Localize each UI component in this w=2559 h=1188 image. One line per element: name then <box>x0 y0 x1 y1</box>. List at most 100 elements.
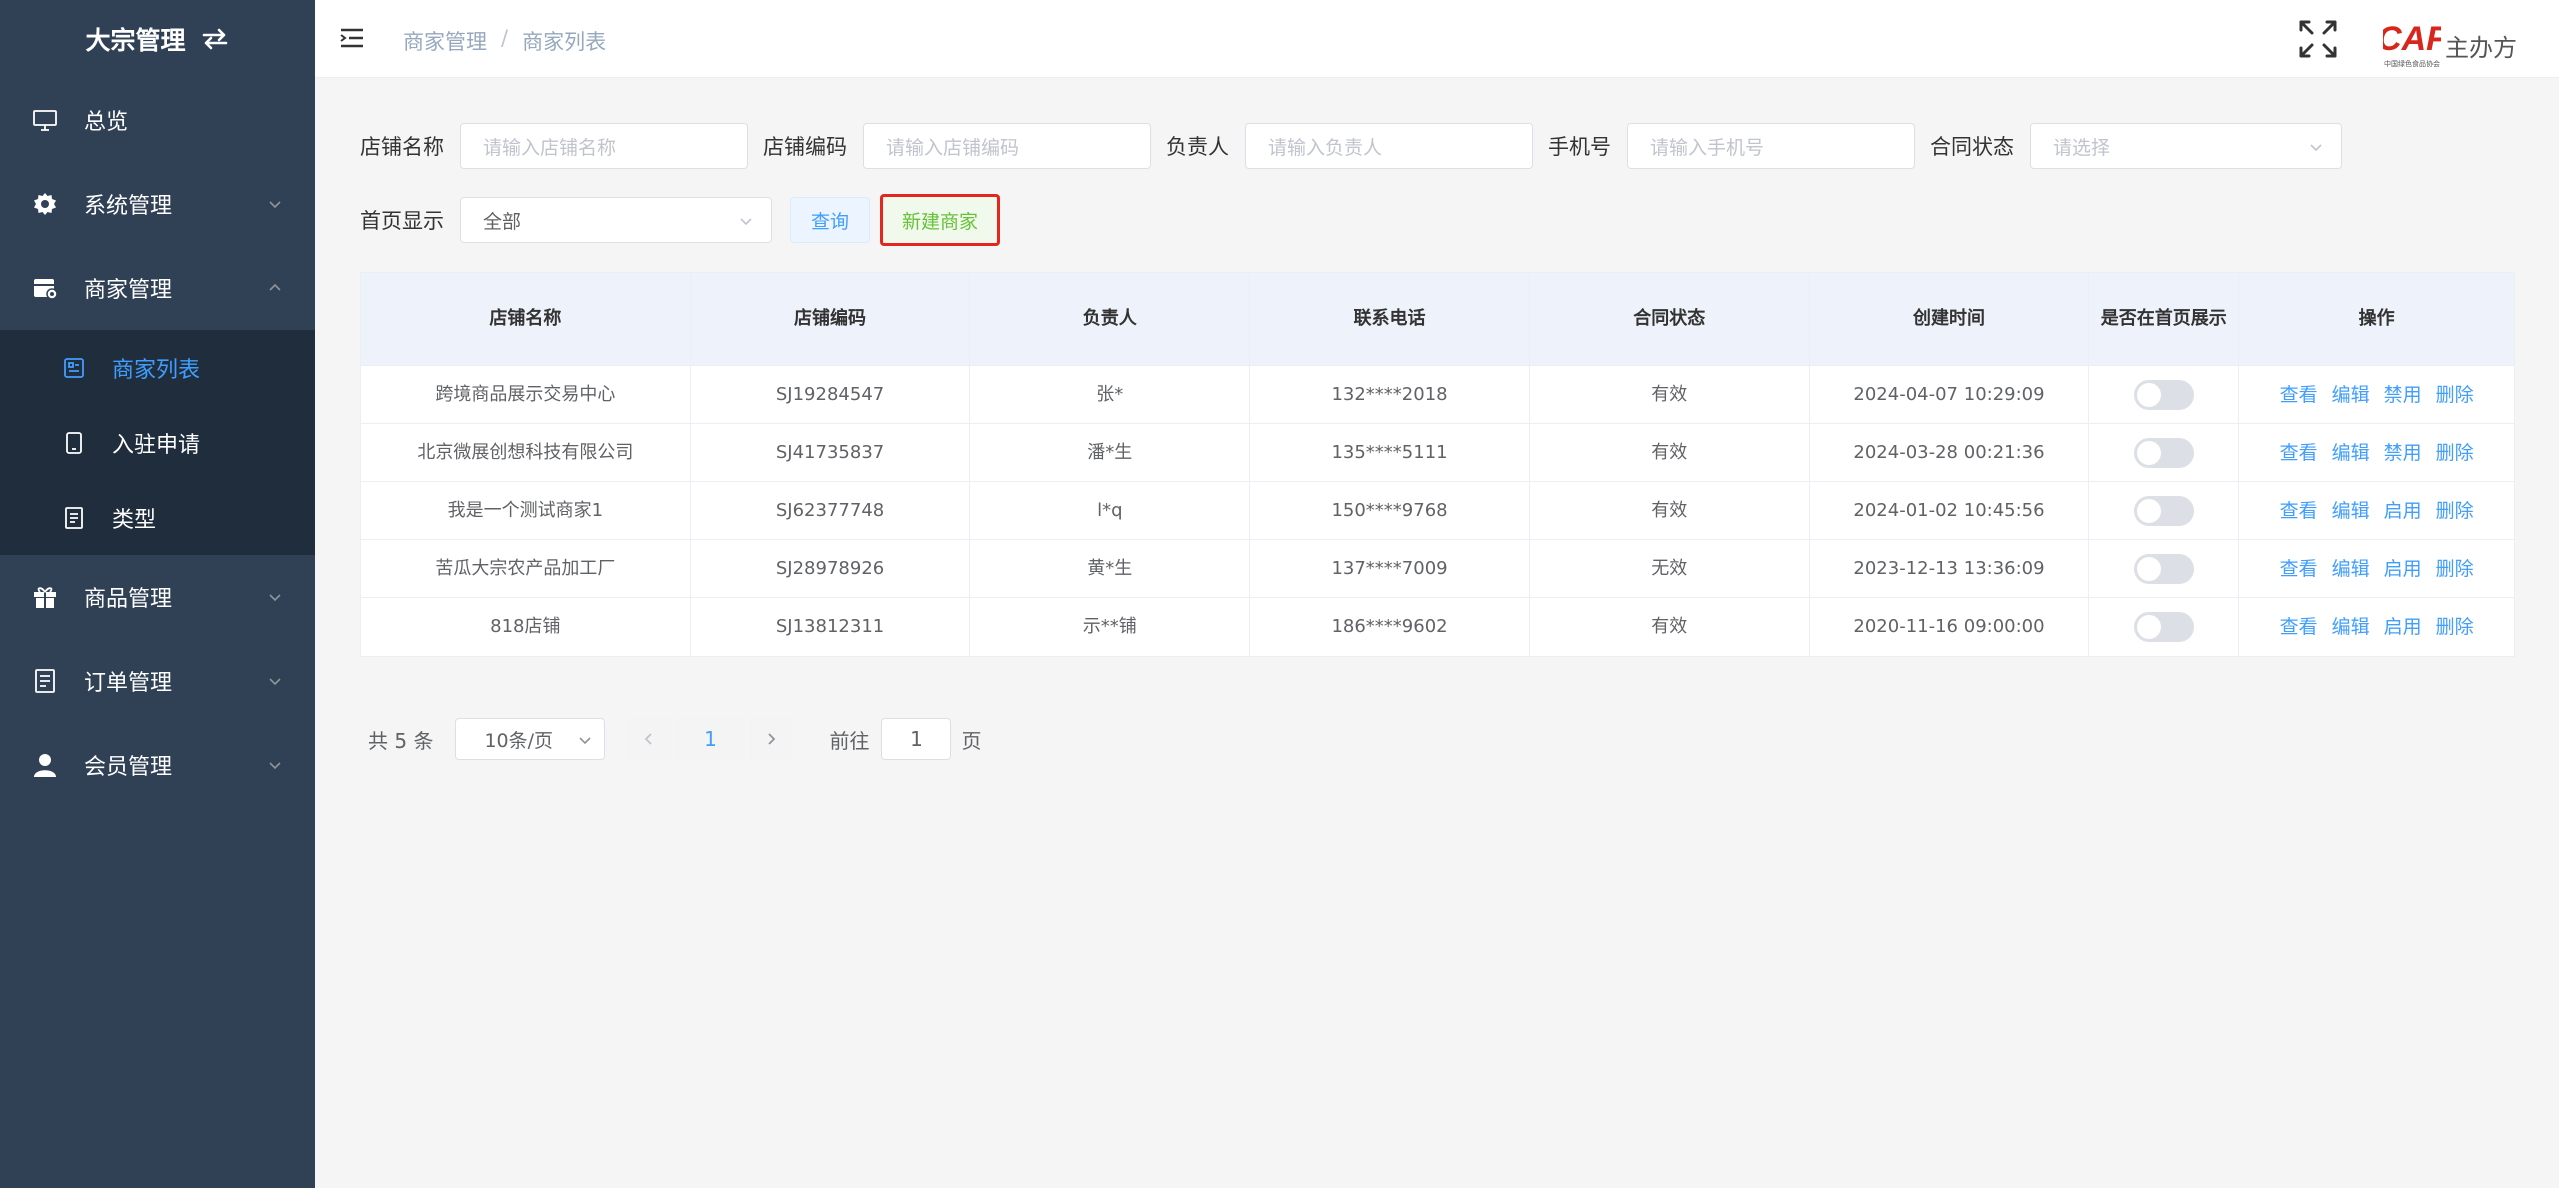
column-header: 负责人 <box>970 273 1251 365</box>
page-number[interactable]: 1 <box>675 718 746 760</box>
cell-store-name: 北京微展创想科技有限公司 <box>361 424 691 481</box>
sidebar-item-merchant-list[interactable]: 商家列表 <box>0 330 315 405</box>
sidebar-item-merchant[interactable]: 商家管理 <box>0 246 315 330</box>
homepage-display-value: 全部 <box>483 210 522 233</box>
view-link[interactable]: 查看 <box>2280 496 2318 526</box>
sidebar-item-label: 订单管理 <box>84 671 173 696</box>
sidebar: 大宗管理 总览 系统管理 商家管理 商家列表 入驻申请 类型 商品管理 订单管理… <box>0 0 315 1188</box>
home-display-toggle[interactable] <box>2133 612 2194 642</box>
cell-store-code: SJ13812311 <box>691 598 971 656</box>
cell-created-time: 2020-11-16 09:00:00 <box>1810 598 2090 656</box>
sidebar-item-settlement-application[interactable]: 入驻申请 <box>0 405 315 480</box>
sidebar-item-label: 商家管理 <box>84 278 173 303</box>
hamburger-icon[interactable] <box>339 26 365 50</box>
sidebar-item-products[interactable]: 商品管理 <box>0 555 315 639</box>
prev-page-button[interactable] <box>627 718 672 760</box>
chevron-down-icon <box>2310 144 2322 152</box>
homepage-display-select[interactable]: 全部 <box>460 197 772 243</box>
toggle-status-link[interactable]: 禁用 <box>2384 438 2422 468</box>
breadcrumb-item-merchant[interactable]: 商家管理 <box>403 26 487 56</box>
filter-row-2: 首页显示 全部 查询 新建商家 <box>360 194 2520 246</box>
host-label[interactable]: 主办方 <box>2445 28 2517 63</box>
home-display-toggle[interactable] <box>2133 379 2194 410</box>
cell-contract-status: 有效 <box>1530 482 1810 539</box>
delete-link[interactable]: 删除 <box>2436 554 2474 584</box>
table-row: 苦瓜大宗农产品加工厂 SJ28978926 黄*生 137****7009 无效… <box>361 540 2514 598</box>
cell-operations: 查看 编辑 禁用 删除 <box>2239 424 2514 481</box>
page-size-select[interactable]: 10条/页 <box>455 718 606 760</box>
switch-arrows-icon[interactable] <box>200 26 230 52</box>
edit-link[interactable]: 编辑 <box>2332 554 2370 584</box>
contract-status-select[interactable]: 请选择 <box>2030 123 2342 169</box>
cell-owner: 张* <box>970 366 1251 423</box>
table-row: 我是一个测试商家1 SJ62377748 l*q 150****9768 有效 … <box>361 482 2514 540</box>
fullscreen-icon[interactable] <box>2297 18 2339 60</box>
cell-created-time: 2024-04-07 10:29:09 <box>1810 366 2090 423</box>
view-link[interactable]: 查看 <box>2280 438 2318 468</box>
sidebar-item-label: 系统管理 <box>84 194 173 219</box>
edit-link[interactable]: 编辑 <box>2332 438 2370 468</box>
edit-link[interactable]: 编辑 <box>2332 612 2370 642</box>
breadcrumb-item-merchant-list: 商家列表 <box>522 30 607 54</box>
toggle-status-link[interactable]: 启用 <box>2384 554 2422 584</box>
cell-owner: 黄*生 <box>970 540 1251 597</box>
cell-operations: 查看 编辑 启用 删除 <box>2239 482 2514 539</box>
cell-home-display <box>2089 540 2240 597</box>
toggle-status-link[interactable]: 禁用 <box>2384 380 2422 410</box>
toggle-status-link[interactable]: 启用 <box>2384 496 2422 526</box>
goto-page-input[interactable]: 1 <box>881 718 952 760</box>
home-display-toggle[interactable] <box>2133 495 2194 526</box>
contract-status-placeholder: 请选择 <box>2053 136 2111 159</box>
new-merchant-button[interactable]: 新建商家 <box>880 194 1000 246</box>
cell-store-code: SJ62377748 <box>691 482 971 539</box>
delete-link[interactable]: 删除 <box>2436 612 2474 642</box>
store-code-input[interactable]: 请输入店铺编码 <box>863 123 1151 169</box>
owner-label: 负责人 <box>1166 135 1229 159</box>
cell-store-code: SJ28978926 <box>691 540 971 597</box>
delete-link[interactable]: 删除 <box>2436 438 2474 468</box>
chevron-down-icon <box>269 594 281 602</box>
edit-link[interactable]: 编辑 <box>2332 496 2370 526</box>
list-icon <box>62 356 86 380</box>
column-header: 联系电话 <box>1250 273 1530 365</box>
next-page-button[interactable] <box>749 718 794 760</box>
sidebar-item-label: 商品管理 <box>84 587 173 612</box>
goto-suffix: 页 <box>961 728 982 753</box>
delete-link[interactable]: 删除 <box>2436 496 2474 526</box>
top-header: 商家管理 / 商家列表 CAF 中国绿色食品协会 主办方 <box>315 0 2559 78</box>
sidebar-item-type[interactable]: 类型 <box>0 480 315 555</box>
cell-phone: 150****9768 <box>1250 482 1530 539</box>
filter-panel: 店铺名称 请输入店铺名称 店铺编码 请输入店铺编码 负责人 请输入负责人 手机号… <box>360 122 2520 270</box>
phone-input[interactable]: 请输入手机号 <box>1627 123 1915 169</box>
sidebar-item-label: 商家列表 <box>112 357 201 383</box>
filter-row-1: 店铺名称 请输入店铺名称 店铺编码 请输入店铺编码 负责人 请输入负责人 手机号… <box>360 122 2520 170</box>
gear-icon <box>32 191 58 217</box>
cell-created-time: 2024-03-28 00:21:36 <box>1810 424 2090 481</box>
column-header: 操作 <box>2358 308 2395 329</box>
toggle-status-link[interactable]: 启用 <box>2384 612 2422 642</box>
sidebar-item-overview[interactable]: 总览 <box>0 78 315 162</box>
view-link[interactable]: 查看 <box>2280 612 2318 642</box>
sidebar-item-members[interactable]: 会员管理 <box>0 723 315 807</box>
view-link[interactable]: 查看 <box>2280 380 2318 410</box>
delete-link[interactable]: 删除 <box>2436 380 2474 410</box>
sidebar-item-system[interactable]: 系统管理 <box>0 162 315 246</box>
sidebar-item-orders[interactable]: 订单管理 <box>0 639 315 723</box>
sidebar-item-label: 类型 <box>112 507 157 533</box>
home-display-toggle[interactable] <box>2133 553 2194 584</box>
goto-prefix: 前往 <box>829 728 870 753</box>
table-header: 店铺名称 店铺编码 负责人 联系电话 合同状态 创建时间 是否在首页展示 操作 <box>361 273 2514 366</box>
query-button[interactable]: 查询 <box>790 197 870 243</box>
breadcrumb-separator: / <box>501 26 509 50</box>
edit-link[interactable]: 编辑 <box>2332 380 2370 410</box>
store-name-input[interactable]: 请输入店铺名称 <box>460 123 748 169</box>
cell-phone: 135****5111 <box>1250 424 1530 481</box>
chevron-down-icon <box>269 678 281 686</box>
cell-store-name: 818店铺 <box>361 598 691 656</box>
view-link[interactable]: 查看 <box>2280 554 2318 584</box>
cell-home-display <box>2089 366 2240 423</box>
cell-operations: 查看 编辑 禁用 删除 <box>2239 366 2514 423</box>
home-display-toggle[interactable] <box>2133 437 2194 468</box>
owner-input[interactable]: 请输入负责人 <box>1245 123 1533 169</box>
breadcrumb: 商家管理 / 商家列表 <box>403 26 606 56</box>
